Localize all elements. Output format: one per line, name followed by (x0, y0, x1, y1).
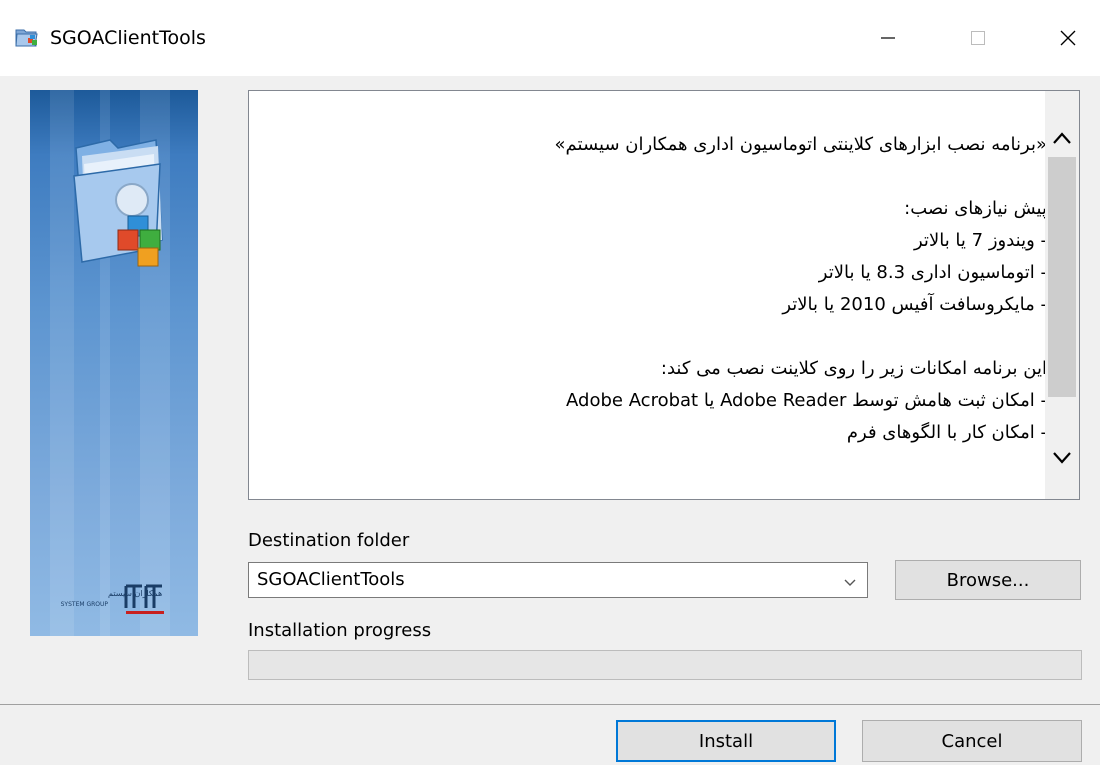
logo-text-en: SYSTEM GROUP (61, 601, 109, 608)
window-title: SGOAClientTools (50, 27, 206, 49)
destination-folder-combobox[interactable]: SGOAClientTools (248, 562, 868, 598)
footer-divider (0, 704, 1100, 705)
maximize-button (948, 14, 1008, 62)
readme-content: «برنامه نصب ابزارهای کلاینتی اتوماسیون ا… (279, 129, 1047, 449)
maximize-icon (970, 30, 986, 46)
readme-line: - مایکروسافت آفیس 2010 یا بالاتر (782, 294, 1047, 315)
readme-line: - امکان کار با الگوهای فرم (846, 422, 1047, 443)
chevron-up-icon (1052, 129, 1072, 150)
installation-progress-label: Installation progress (248, 620, 432, 641)
license-readme-textbox[interactable]: «برنامه نصب ابزارهای کلاینتی اتوماسیون ا… (248, 90, 1080, 500)
system-group-logo: همکاران سیستم SYSTEM GROUP (46, 580, 196, 616)
close-button[interactable] (1038, 14, 1098, 62)
title-bar: SGOAClientTools (0, 0, 1100, 76)
readme-line (279, 161, 1047, 193)
installer-app-icon (14, 24, 40, 50)
installer-banner: همکاران سیستم SYSTEM GROUP (30, 90, 198, 636)
chevron-down-icon[interactable] (843, 573, 857, 594)
cancel-button[interactable]: Cancel (862, 720, 1082, 762)
minimize-button[interactable] (858, 14, 918, 62)
scroll-down-button[interactable] (1045, 431, 1079, 487)
readme-scrollbar[interactable] (1045, 91, 1079, 499)
readme-line: - ویندوز 7 یا بالاتر (914, 230, 1047, 251)
installation-progress-bar (248, 650, 1082, 680)
readme-line: «برنامه نصب ابزارهای کلاینتی اتوماسیون ا… (554, 134, 1047, 155)
destination-folder-value: SGOAClientTools (257, 569, 405, 590)
readme-line: این برنامه امکانات زیر را روی کلاینت نصب… (660, 358, 1047, 379)
readme-line: - اتوماسیون اداری 8.3 یا بالاتر (818, 262, 1047, 283)
readme-line (279, 321, 1047, 353)
readme-line: - امکان ثبت هامش توسط Adobe Reader یا Ad… (566, 390, 1047, 411)
close-icon (1059, 29, 1077, 47)
browse-button[interactable]: Browse... (895, 560, 1081, 600)
destination-folder-label: Destination folder (248, 530, 410, 551)
install-button[interactable]: Install (616, 720, 836, 762)
chevron-down-icon (1052, 449, 1072, 470)
readme-line: پیش نیازهای نصب: (904, 198, 1047, 219)
scroll-thumb[interactable] (1048, 157, 1076, 397)
minimize-icon (880, 30, 896, 46)
folder-with-cubes-illustration (70, 130, 180, 275)
